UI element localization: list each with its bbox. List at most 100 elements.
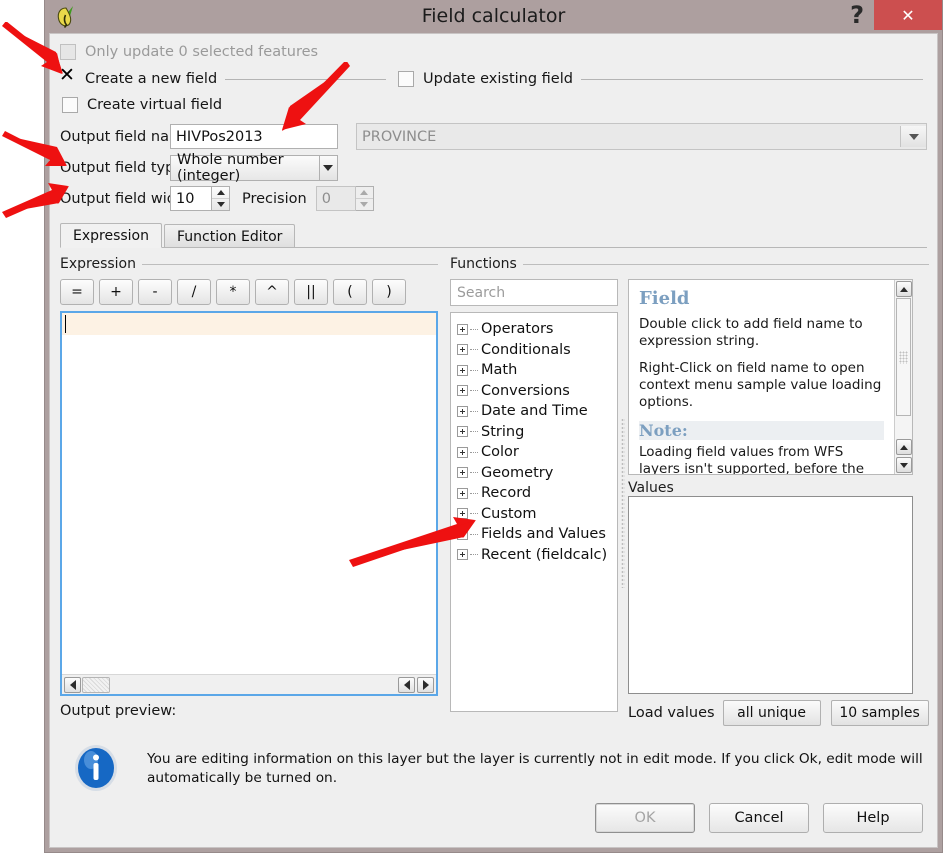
- help-scroll-down-arrow-icon[interactable]: [895, 457, 912, 473]
- tree-item-label: Recent (fieldcalc): [481, 546, 608, 563]
- existing-field-chevron-down-icon[interactable]: [900, 126, 926, 147]
- operator-button-plus[interactable]: +: [99, 279, 133, 305]
- operator-button-power[interactable]: ^: [255, 279, 289, 305]
- tree-item-conditionals[interactable]: Conditionals: [457, 340, 617, 361]
- create-virtual-field-row[interactable]: Create virtual field: [62, 97, 927, 113]
- tree-item-date-and-time[interactable]: Date and Time: [457, 401, 617, 422]
- help-button[interactable]: Help: [823, 803, 923, 833]
- functions-tree-column: Search Operators Conditionals Math Conve…: [450, 279, 618, 726]
- help-paragraph-2: Right-Click on field name to open contex…: [639, 360, 882, 410]
- expand-plus-icon[interactable]: [457, 344, 468, 356]
- tree-item-custom[interactable]: Custom: [457, 504, 617, 525]
- field-type-chevron-down-icon[interactable]: [318, 156, 337, 180]
- create-new-field-group[interactable]: Create a new field: [59, 66, 390, 87]
- expand-plus-icon[interactable]: [457, 508, 468, 520]
- width-stepper-up-icon[interactable]: [212, 187, 229, 199]
- hscroll-right-arrow-icon[interactable]: [417, 676, 434, 693]
- close-icon[interactable]: ✕: [874, 0, 942, 30]
- precision-stepper-down-icon[interactable]: [356, 199, 373, 211]
- only-update-selected-row[interactable]: Only update 0 selected features: [60, 44, 927, 60]
- group-separator-line-right: [580, 78, 923, 80]
- help-scroll-up-arrow-icon[interactable]: [895, 281, 912, 297]
- tree-item-label: Math: [481, 362, 518, 379]
- output-field-name-input[interactable]: [170, 124, 338, 149]
- functions-splitter-handle[interactable]: [618, 279, 628, 726]
- ten-samples-button[interactable]: 10 samples: [830, 700, 929, 726]
- tree-item-label: Custom: [481, 505, 537, 522]
- titlebar-help-icon[interactable]: ?: [850, 0, 864, 30]
- width-stepper-down-icon[interactable]: [212, 199, 229, 211]
- precision-stepper-up-icon[interactable]: [355, 187, 373, 199]
- load-values-label: Load values: [628, 705, 715, 721]
- tree-item-color[interactable]: Color: [457, 442, 617, 463]
- operator-button-minus[interactable]: -: [138, 279, 172, 305]
- expand-plus-icon[interactable]: [457, 467, 468, 479]
- hscroll-thumb[interactable]: [82, 676, 110, 693]
- help-scroll-thumb[interactable]: [896, 298, 911, 416]
- create-new-field-checkbox[interactable]: [59, 66, 76, 87]
- output-field-width-stepper[interactable]: [212, 186, 230, 211]
- tree-item-operators[interactable]: Operators: [457, 319, 617, 340]
- operator-button-multiply[interactable]: *: [216, 279, 250, 305]
- functions-tree[interactable]: Operators Conditionals Math Conversions …: [450, 312, 618, 712]
- output-field-width-label: Output field width: [60, 190, 191, 207]
- search-input[interactable]: Search: [450, 279, 618, 306]
- update-existing-field-group[interactable]: Update existing field: [398, 71, 927, 87]
- precision-input[interactable]: 0: [315, 186, 356, 211]
- tree-item-string[interactable]: String: [457, 422, 617, 443]
- existing-field-combo[interactable]: PROVINCE: [356, 123, 927, 150]
- help-scroll-up-arrow-icon-2[interactable]: [895, 439, 912, 455]
- tab-bar: Expression Function Editor: [60, 223, 927, 248]
- tree-item-recent-fieldcalc[interactable]: Recent (fieldcalc): [457, 545, 617, 566]
- tab-expression[interactable]: Expression: [60, 223, 162, 248]
- tree-item-conversions[interactable]: Conversions: [457, 381, 617, 402]
- expand-plus-icon[interactable]: [457, 405, 468, 417]
- expression-horizontal-scrollbar[interactable]: [62, 674, 436, 694]
- only-update-selected-checkbox[interactable]: [60, 44, 76, 60]
- functions-group-line: [522, 263, 929, 265]
- hscroll-left-arrow-icon[interactable]: [64, 676, 81, 693]
- tree-item-fields-and-values[interactable]: Fields and Values: [457, 524, 617, 545]
- values-button-row: Load values all unique 10 samples: [628, 700, 929, 726]
- tree-item-label: Date and Time: [481, 403, 588, 420]
- create-virtual-field-checkbox[interactable]: [62, 97, 78, 113]
- expand-plus-icon[interactable]: [457, 364, 468, 376]
- operator-button-concat[interactable]: ||: [294, 279, 328, 305]
- expand-plus-icon[interactable]: [457, 426, 468, 438]
- expand-plus-icon[interactable]: [457, 487, 468, 499]
- help-note-paragraph: Loading field values from WFS layers isn…: [639, 444, 865, 475]
- update-existing-field-checkbox[interactable]: [398, 71, 414, 87]
- expand-plus-icon[interactable]: [457, 446, 468, 458]
- tree-item-label: Conditionals: [481, 341, 571, 358]
- dialog-button-bar: OK Cancel Help: [595, 803, 923, 833]
- tree-item-label: Record: [481, 485, 532, 502]
- hscroll-left-arrow-icon-2[interactable]: [398, 676, 415, 693]
- expression-group: Expression = + - / * ^ || ( ) Output pre…: [60, 256, 438, 726]
- cancel-button[interactable]: Cancel: [709, 803, 809, 833]
- operator-button-close-paren[interactable]: ): [372, 279, 406, 305]
- hscroll-track[interactable]: [110, 677, 398, 693]
- expand-plus-icon[interactable]: [457, 323, 468, 335]
- operator-button-equals[interactable]: =: [60, 279, 94, 305]
- expand-plus-icon[interactable]: [457, 385, 468, 397]
- all-unique-button[interactable]: all unique: [722, 700, 821, 726]
- tree-item-geometry[interactable]: Geometry: [457, 463, 617, 484]
- values-list[interactable]: [628, 496, 913, 694]
- output-field-type-combo[interactable]: Whole number (integer): [170, 152, 338, 184]
- output-field-width-input[interactable]: [170, 186, 212, 211]
- help-vertical-scrollbar[interactable]: [894, 280, 912, 474]
- expression-editor[interactable]: [60, 311, 438, 696]
- output-field-name-label: Output field name: [60, 128, 192, 145]
- expand-plus-icon[interactable]: [457, 549, 468, 561]
- output-preview-row: Output preview:: [60, 703, 438, 719]
- ok-button[interactable]: OK: [595, 803, 695, 833]
- operator-button-divide[interactable]: /: [177, 279, 211, 305]
- precision-stepper[interactable]: [355, 186, 374, 211]
- expression-editor-body[interactable]: [62, 313, 436, 674]
- values-label-row: Values: [628, 480, 929, 496]
- tree-item-record[interactable]: Record: [457, 483, 617, 504]
- tree-item-math[interactable]: Math: [457, 360, 617, 381]
- expand-plus-icon[interactable]: [457, 528, 468, 540]
- operator-button-open-paren[interactable]: (: [333, 279, 367, 305]
- tab-function-editor[interactable]: Function Editor: [164, 224, 296, 248]
